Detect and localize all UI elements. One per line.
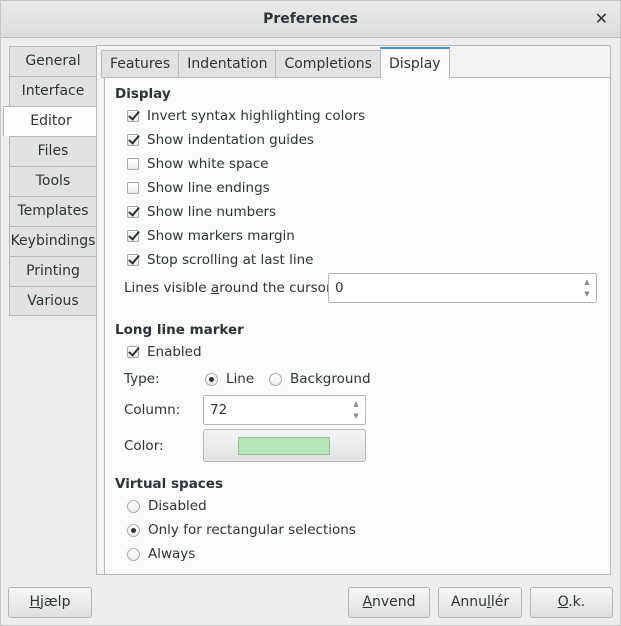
radio-label: Always bbox=[148, 546, 196, 562]
type-label: Type: bbox=[124, 371, 160, 387]
enabled-label: Enabled bbox=[147, 344, 202, 360]
type-line-radio[interactable]: Line bbox=[205, 368, 254, 390]
column-value: 72 bbox=[210, 402, 228, 418]
radio-label: Disabled bbox=[148, 498, 207, 514]
virtual-rectangular-radio[interactable]: Only for rectangular selections bbox=[127, 519, 356, 541]
checkbox-icon[interactable] bbox=[127, 346, 139, 358]
tab-indentation[interactable]: Indentation bbox=[178, 50, 276, 78]
option-line-endings[interactable]: Show line endings bbox=[127, 177, 270, 199]
long-line-heading: Long line marker bbox=[115, 322, 244, 338]
virtual-disabled-radio[interactable]: Disabled bbox=[127, 495, 207, 517]
radio-icon[interactable] bbox=[269, 372, 282, 386]
cancel-button[interactable]: Annullér bbox=[438, 587, 522, 618]
close-icon[interactable]: ✕ bbox=[595, 9, 608, 28]
radio-icon[interactable] bbox=[127, 547, 140, 561]
tab-files[interactable]: Files bbox=[9, 136, 97, 166]
option-white-space[interactable]: Show white space bbox=[127, 153, 269, 175]
tab-printing[interactable]: Printing bbox=[9, 256, 97, 286]
long-line-enabled[interactable]: Enabled bbox=[127, 341, 202, 363]
radio-label: Background bbox=[290, 371, 371, 387]
tab-general[interactable]: General bbox=[9, 46, 97, 76]
color-label: Color: bbox=[124, 438, 164, 454]
color-button[interactable] bbox=[203, 429, 366, 462]
option-line-numbers[interactable]: Show line numbers bbox=[127, 201, 276, 223]
tab-editor[interactable]: Editor bbox=[3, 106, 98, 136]
ok-button[interactable]: O.k. bbox=[530, 587, 613, 618]
tab-interface[interactable]: Interface bbox=[9, 76, 97, 106]
column-label: Column: bbox=[124, 402, 181, 418]
help-button[interactable]: Hjælp bbox=[8, 587, 92, 618]
tab-keybindings[interactable]: Keybindings bbox=[9, 226, 97, 256]
option-label: Show line endings bbox=[147, 180, 270, 196]
lines-visible-spinner[interactable]: 0 ▲ ▼ bbox=[328, 273, 597, 303]
virtual-always-radio[interactable]: Always bbox=[127, 543, 195, 565]
option-label: Show indentation guides bbox=[147, 132, 314, 148]
option-label: Show markers margin bbox=[147, 228, 295, 244]
type-background-radio[interactable]: Background bbox=[269, 368, 371, 390]
tab-templates[interactable]: Templates bbox=[9, 196, 97, 226]
option-markers-margin[interactable]: Show markers margin bbox=[127, 225, 295, 247]
option-indentation-guides[interactable]: Show indentation guides bbox=[127, 129, 314, 151]
window-title: Preferences bbox=[263, 11, 358, 27]
titlebar: Preferences ✕ bbox=[1, 1, 620, 38]
radio-icon[interactable] bbox=[127, 499, 140, 513]
option-label: Invert syntax highlighting colors bbox=[147, 108, 366, 124]
checkbox-icon[interactable] bbox=[127, 158, 139, 170]
virtual-spaces-heading: Virtual spaces bbox=[115, 476, 223, 492]
checkbox-icon[interactable] bbox=[127, 230, 139, 242]
radio-icon[interactable] bbox=[205, 372, 218, 386]
radio-label: Line bbox=[226, 371, 255, 387]
option-label: Show line numbers bbox=[147, 204, 277, 220]
lines-visible-value: 0 bbox=[335, 280, 344, 296]
left-tab-strip: General Interface Editor Files Tools Tem… bbox=[3, 46, 98, 316]
tab-display[interactable]: Display bbox=[379, 47, 450, 78]
checkbox-icon[interactable] bbox=[127, 254, 139, 266]
tab-completions[interactable]: Completions bbox=[275, 50, 380, 78]
tab-various[interactable]: Various bbox=[9, 286, 97, 316]
radio-icon[interactable] bbox=[127, 523, 140, 537]
checkbox-icon[interactable] bbox=[127, 182, 139, 194]
color-swatch bbox=[238, 437, 330, 455]
option-invert-syntax[interactable]: Invert syntax highlighting colors bbox=[127, 105, 365, 127]
tab-tools[interactable]: Tools bbox=[9, 166, 97, 196]
checkbox-icon[interactable] bbox=[127, 110, 139, 122]
tab-features[interactable]: Features bbox=[101, 50, 179, 78]
lines-visible-label: Lines visible around the cursor: bbox=[124, 280, 336, 296]
display-heading: Display bbox=[115, 86, 171, 102]
checkbox-icon[interactable] bbox=[127, 134, 139, 146]
column-spinner[interactable]: 72 ▲ ▼ bbox=[203, 395, 366, 425]
radio-label: Only for rectangular selections bbox=[148, 522, 356, 538]
top-tab-strip: Features Indentation Completions Display bbox=[101, 47, 450, 78]
checkbox-icon[interactable] bbox=[127, 206, 139, 218]
spin-arrows-icon[interactable]: ▲ ▼ bbox=[351, 398, 361, 422]
option-stop-scrolling[interactable]: Stop scrolling at last line bbox=[127, 249, 313, 271]
apply-button[interactable]: Anvend bbox=[348, 587, 430, 618]
option-label: Stop scrolling at last line bbox=[147, 252, 314, 268]
option-label: Show white space bbox=[147, 156, 269, 172]
spin-arrows-icon[interactable]: ▲ ▼ bbox=[582, 276, 592, 300]
